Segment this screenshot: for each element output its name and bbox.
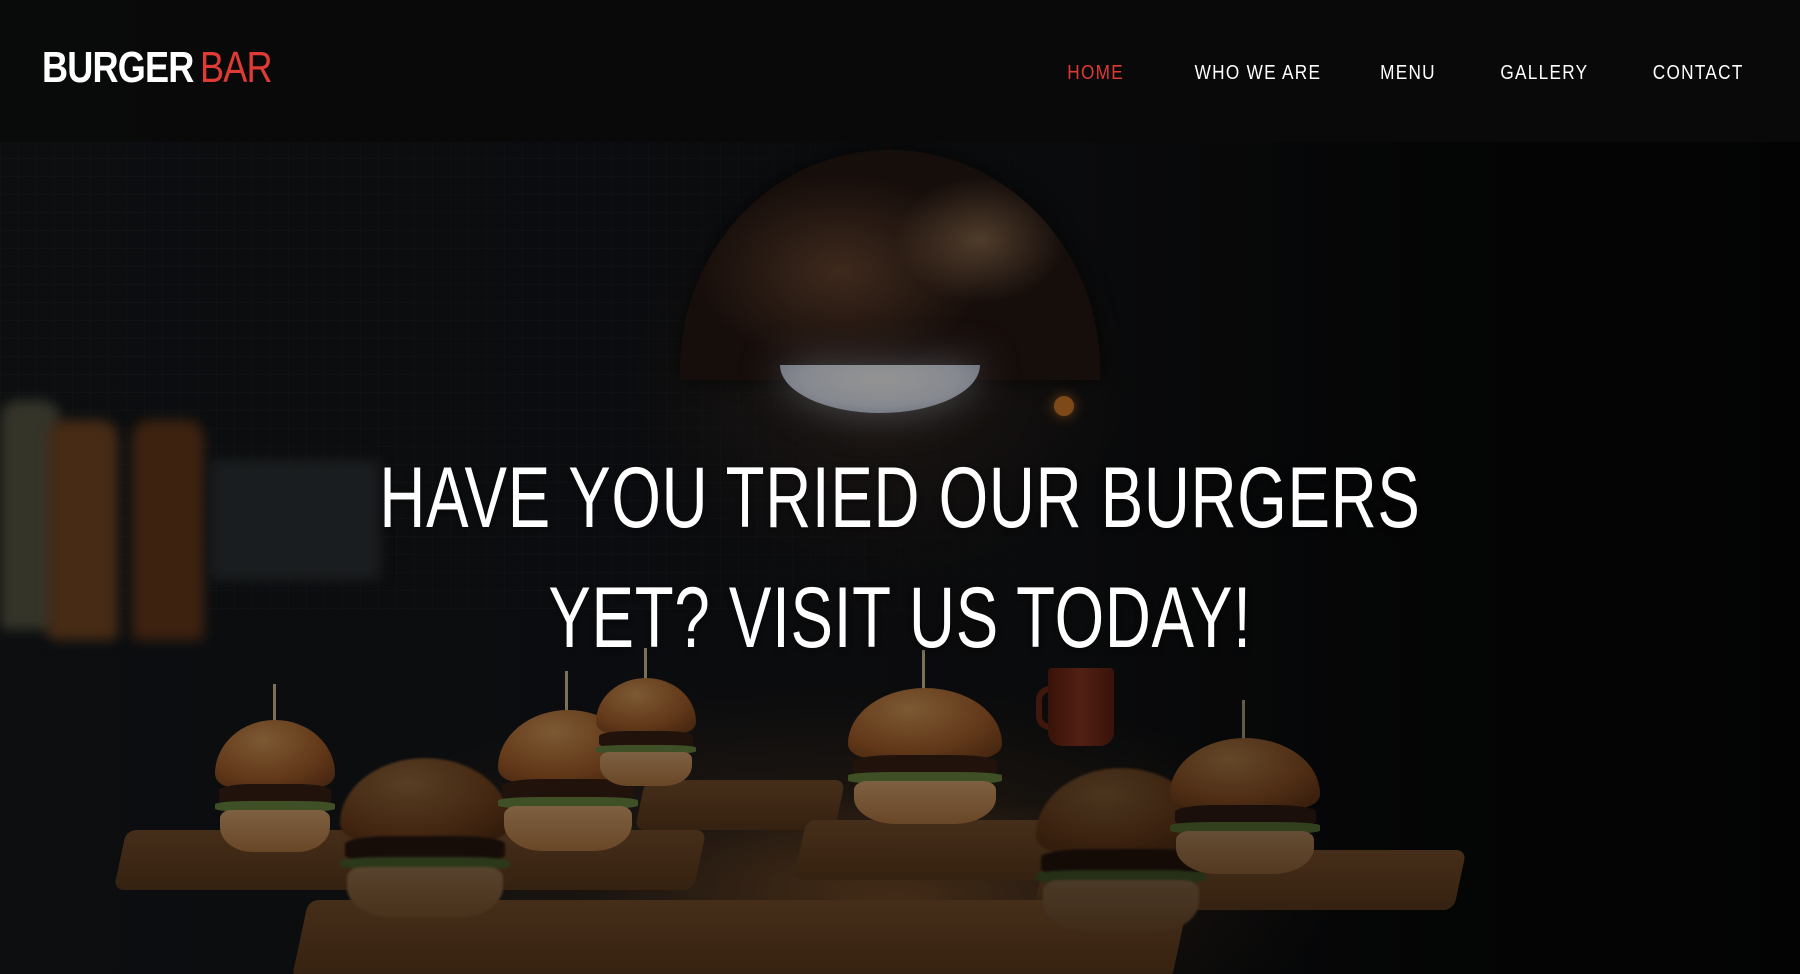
hero-headline-line-1: HAVE YOU TRIED OUR BURGERS <box>379 450 1421 546</box>
site-header: BURGER BAR HOME WHO WE ARE MENU GALLERY C… <box>0 0 1800 142</box>
nav-item-home[interactable]: HOME <box>1067 56 1124 90</box>
nav-item-gallery[interactable]: GALLERY <box>1500 56 1588 90</box>
brand-logo[interactable]: BURGER BAR <box>42 40 273 96</box>
hero-headline: HAVE YOU TRIED OUR BURGERS YET? VISIT US… <box>0 438 1800 678</box>
nav-item-menu[interactable]: MENU <box>1380 56 1436 90</box>
main-navigation: HOME WHO WE ARE MENU GALLERY CONTACT <box>1008 56 1744 90</box>
logo-text-accent: BAR <box>200 43 273 92</box>
page: BURGER BAR HOME WHO WE ARE MENU GALLERY C… <box>0 0 1800 974</box>
nav-item-contact[interactable]: CONTACT <box>1653 56 1744 90</box>
nav-item-who-we-are[interactable]: WHO WE ARE <box>1194 56 1321 90</box>
logo-text-primary: BURGER <box>42 43 194 92</box>
hero-headline-line-2: YET? VISIT US TODAY! <box>548 570 1252 666</box>
